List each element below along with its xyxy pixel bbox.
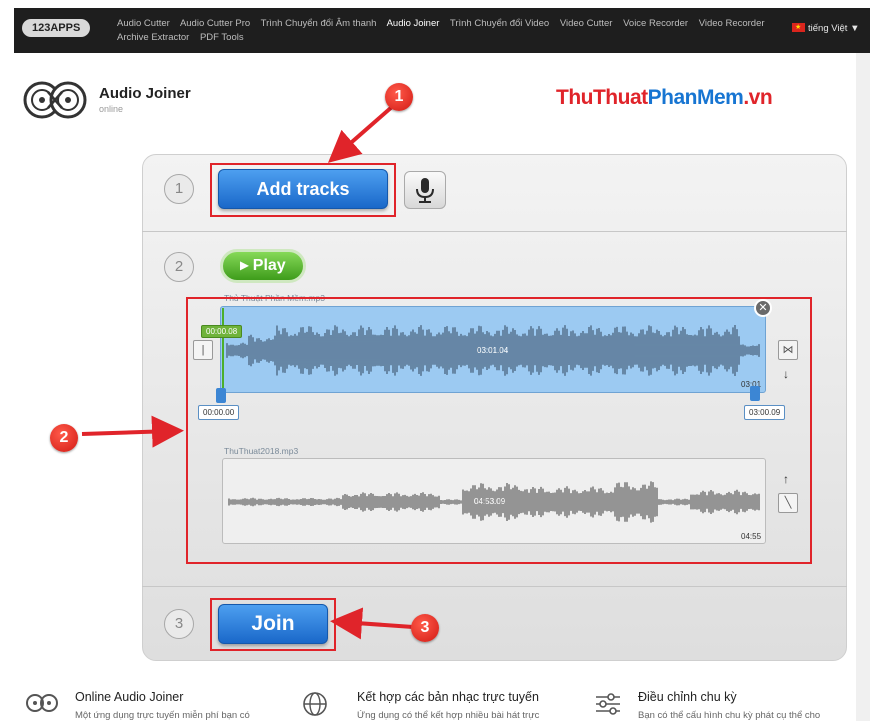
- sliders-icon: [596, 693, 620, 715]
- page-scrollbar[interactable]: [856, 53, 870, 721]
- annotation-arrows: [81, 104, 414, 640]
- feature-title-merge-tracks: Kết hợp các bản nhạc trực tuyến: [357, 690, 539, 704]
- feature-title-online-joiner: Online Audio Joiner: [75, 690, 184, 704]
- feature-desc-merge-tracks: Ứng dụng có thể kết hợp nhiều bài hát tr…: [357, 710, 540, 721]
- callout-badge-3: 3: [411, 614, 439, 642]
- callout-badge-1: 1: [385, 83, 413, 111]
- feature-title-adjust-period: Điều chỉnh chu kỳ: [638, 690, 737, 704]
- audio-discs-icon: [26, 694, 58, 712]
- feature-desc-adjust-period: Bạn có thể cấu hình chu kỳ phát cụ thể c…: [638, 710, 821, 721]
- callout-badge-2: 2: [50, 424, 78, 452]
- globe-icon: [303, 692, 327, 716]
- feature-desc-online-joiner: Một ứng dụng trực tuyến miễn phí bạn có: [75, 710, 250, 721]
